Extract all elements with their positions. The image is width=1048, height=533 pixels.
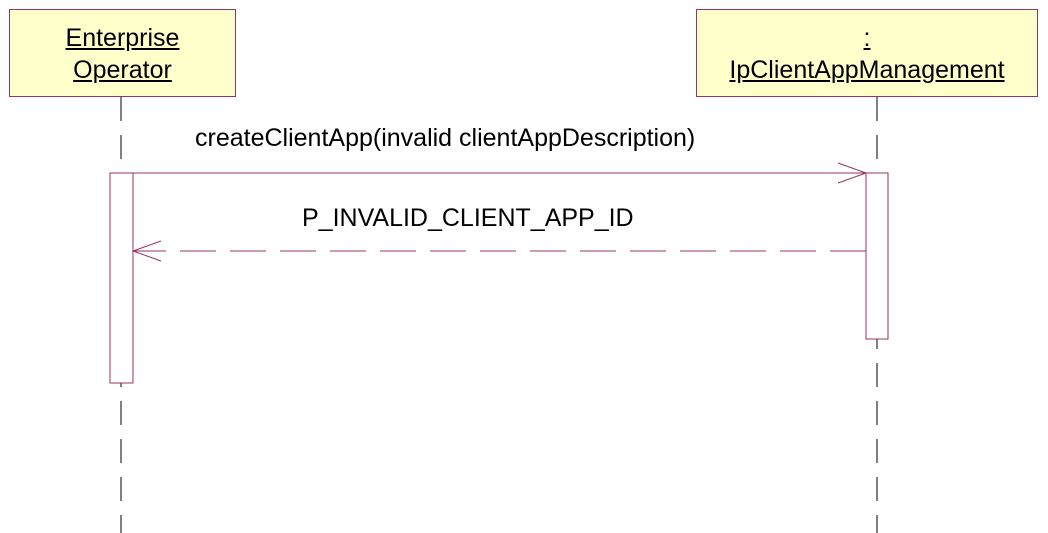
activation-bar-enterprise-operator: [109, 172, 134, 384]
actor-enterprise-operator-line1: Enterprise: [65, 24, 180, 52]
actor-ipclientappmanagement: : IpClientAppManagement: [696, 9, 1038, 97]
activation-bar-ipclientappmanagement: [865, 172, 889, 340]
actor-ipclientappmanagement-line2: IpClientAppManagement: [729, 56, 1005, 84]
call-message-label: createClientApp(invalid clientAppDescrip…: [195, 124, 696, 152]
actor-ipclientappmanagement-line1: :: [863, 24, 871, 52]
return-message-label: P_INVALID_CLIENT_APP_ID: [302, 204, 634, 232]
actor-enterprise-operator: Enterprise Operator: [9, 9, 236, 97]
actor-enterprise-operator-line2: Operator: [73, 56, 172, 84]
